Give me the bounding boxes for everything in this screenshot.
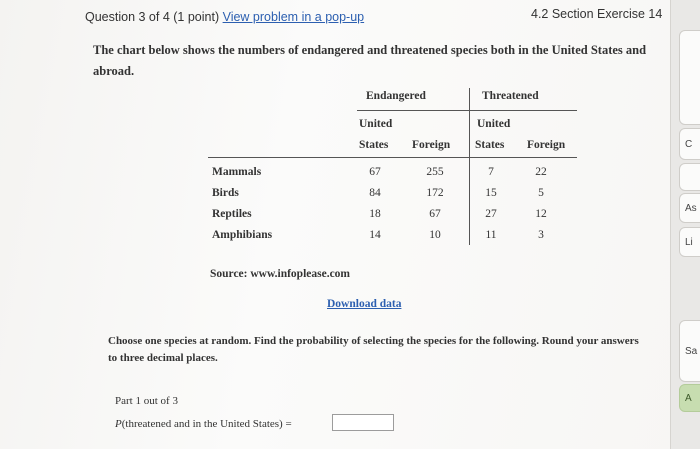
cell: 67 xyxy=(429,208,441,220)
cell: 12 xyxy=(535,208,547,220)
cell: 11 xyxy=(485,229,497,241)
cell: 255 xyxy=(426,166,444,178)
row-label-mammals: Mammals xyxy=(212,166,262,178)
sidebar-button-li[interactable]: Li xyxy=(679,227,700,257)
cell: 172 xyxy=(426,187,444,199)
intro-text: The chart below shows the numbers of end… xyxy=(93,43,647,78)
probability-symbol: P xyxy=(115,418,122,430)
cell: 5 xyxy=(538,187,544,199)
sidebar-button-a[interactable]: A xyxy=(679,384,700,412)
row-label-reptiles: Reptiles xyxy=(212,208,252,220)
probability-prompt: P(threatened and in the United States) = xyxy=(115,418,292,430)
sub-foreign-endangered: Foreign xyxy=(412,139,451,151)
row-label-birds: Birds xyxy=(212,187,239,199)
source-text: Source: www.infoplease.com xyxy=(210,268,351,280)
download-data-link[interactable]: Download data xyxy=(327,298,401,310)
section-label: 4.2 Section Exercise 14 xyxy=(531,7,663,21)
sub-us-endangered-2: States xyxy=(359,139,389,151)
cell: 27 xyxy=(485,208,497,220)
cell: 7 xyxy=(488,166,494,178)
question-label: Question 3 of 4 (1 point) xyxy=(85,10,220,24)
header-endangered: Endangered xyxy=(366,90,426,102)
part-label: Part 1 out of 3 xyxy=(115,395,178,407)
sidebar-button-3[interactable] xyxy=(679,163,700,191)
cell: 67 xyxy=(369,166,381,178)
sub-us-endangered-1: United xyxy=(359,118,393,130)
sidebar-button-sa[interactable]: Sa xyxy=(679,320,700,382)
header-threatened: Threatened xyxy=(482,90,539,102)
sidebar-button-1[interactable] xyxy=(679,30,700,125)
cell: 84 xyxy=(369,187,381,199)
question-header: Question 3 of 4 (1 point) View problem i… xyxy=(85,10,364,24)
right-sidebar: C As Li Sa A xyxy=(670,0,700,449)
cell: 3 xyxy=(538,229,544,241)
cell: 15 xyxy=(485,187,497,199)
group-divider xyxy=(469,88,470,245)
cell: 18 xyxy=(369,208,381,220)
cell: 14 xyxy=(369,229,381,241)
question-page: Question 3 of 4 (1 point) View problem i… xyxy=(0,0,700,449)
cell: 22 xyxy=(535,166,547,178)
popup-link[interactable]: View problem in a pop-up xyxy=(223,10,365,24)
answer-input[interactable] xyxy=(332,414,394,431)
sidebar-button-2[interactable]: C xyxy=(679,128,700,160)
sub-us-threatened-1: United xyxy=(477,118,511,130)
sub-us-threatened-2: States xyxy=(475,139,505,151)
body-rule xyxy=(208,157,577,158)
instructions-text: Choose one species at random. Find the p… xyxy=(108,335,639,364)
cell: 10 xyxy=(429,229,441,241)
probability-text: (threatened and in the United States) = xyxy=(121,418,292,430)
sidebar-button-as[interactable]: As xyxy=(679,193,700,223)
row-label-amphibians: Amphibians xyxy=(212,229,273,241)
header-rule xyxy=(357,110,577,111)
sub-foreign-threatened: Foreign xyxy=(527,139,566,151)
